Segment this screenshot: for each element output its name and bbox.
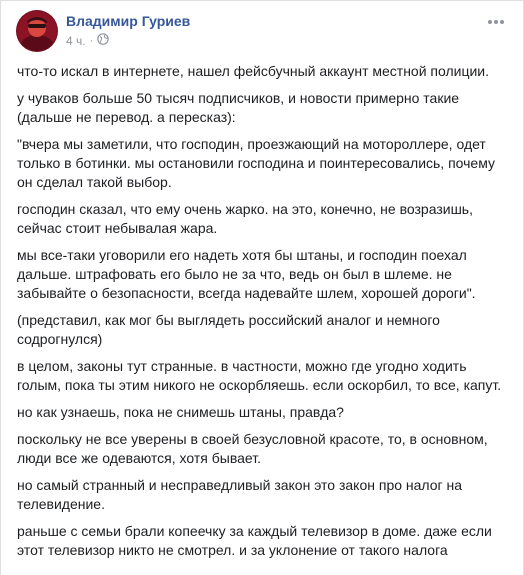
post-paragraph: в целом, законы тут странные. в частност… — [17, 358, 502, 393]
post-paragraph: "вчера мы заметили, что господин, проезж… — [17, 136, 496, 190]
more-options-icon[interactable] — [485, 14, 507, 30]
post-body: что-то искал в интернете, нашел фейсбучн… — [17, 62, 509, 568]
post-meta: 4 ч. · — [66, 33, 110, 48]
post-paragraph: мы все-таки уговорили его надеть хотя бы… — [17, 247, 476, 301]
avatar-photo — [17, 11, 57, 51]
post-timestamp[interactable]: 4 ч. — [66, 34, 86, 48]
globe-icon[interactable] — [97, 33, 110, 48]
post-paragraph: у чуваков больше 50 тысяч подписчиков, и… — [17, 90, 460, 125]
post-card: Владимир Гуриев 4 ч. · что-то искал в ин… — [0, 0, 524, 575]
post-paragraph: господин сказал, что ему очень жарко. на… — [17, 201, 473, 236]
post-paragraph: (представил, как мог бы выглядеть россий… — [17, 312, 440, 347]
post-paragraph: поскольку не все уверены в своей безусло… — [17, 431, 488, 466]
post-paragraph: но самый странный и несправедливый закон… — [17, 477, 463, 512]
author-avatar[interactable] — [16, 10, 58, 52]
post-paragraph: что-то искал в интернете, нашел фейсбучн… — [17, 63, 490, 79]
meta-separator: · — [89, 34, 94, 47]
post-paragraph: раньше с семьи брали копеечку за каждый … — [17, 523, 492, 558]
post-header: Владимир Гуриев 4 ч. · — [16, 10, 511, 58]
author-name[interactable]: Владимир Гуриев — [66, 13, 190, 29]
post-paragraph: но как узнаешь, пока не снимешь штаны, п… — [17, 404, 344, 420]
